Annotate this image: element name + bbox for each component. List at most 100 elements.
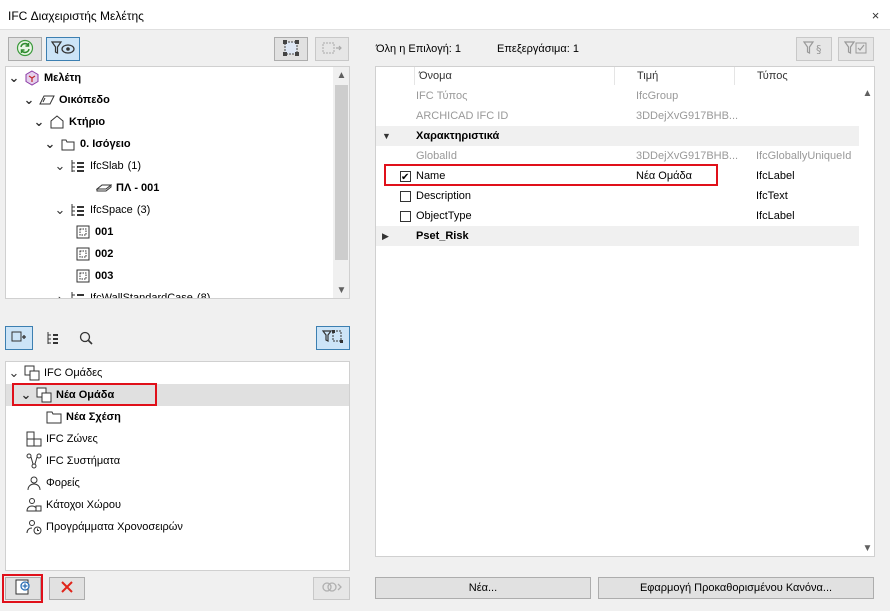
tree-item-label: Νέα Σχέση (66, 411, 121, 423)
scroll-up-icon[interactable]: ▲ (333, 67, 349, 84)
property-group-row[interactable]: ▶ Pset_Risk (376, 226, 860, 246)
system-icon (26, 453, 42, 469)
tree-row[interactable]: ⌄ IfcSpace (3) (54, 199, 151, 221)
filter-pset-icon: § (802, 40, 825, 59)
triangle-right-icon[interactable]: ▶ (382, 226, 389, 246)
property-row[interactable]: ARCHICAD IFC ID 3DDejXvG917BHB... (376, 106, 860, 126)
tree-item-label: Προγράμματα Χρονοσειρών (46, 521, 183, 533)
scroll-down-icon[interactable]: ▼ (333, 282, 349, 298)
apply-rule-button[interactable]: Εφαρμογή Προκαθορισμένου Κανόνα... (598, 577, 874, 599)
search-view-button[interactable] (78, 330, 94, 349)
property-type: IfcLabel (756, 170, 795, 182)
site-icon (39, 92, 55, 108)
delete-button[interactable] (49, 577, 85, 600)
property-value: IfcGroup (636, 90, 679, 102)
chevron-down-icon[interactable]: ⌄ (44, 136, 56, 152)
scroll-thumb[interactable] (335, 85, 348, 260)
filter-pset-button[interactable]: § (796, 37, 832, 61)
property-name: ARCHICAD IFC ID (416, 110, 509, 122)
project-tree-scrollbar[interactable]: ▲ ▼ (333, 67, 349, 298)
filter-check-button[interactable] (838, 37, 874, 61)
tree-row[interactable]: IFC Συστήματα (10, 450, 120, 472)
select-elements-button[interactable] (274, 37, 308, 61)
type-list-view-button[interactable] (45, 330, 61, 349)
filter-view-button[interactable] (46, 37, 80, 61)
chevron-down-icon[interactable]: ⌄ (23, 92, 35, 108)
tree-row[interactable]: 002 (59, 243, 113, 265)
property-row[interactable]: ObjectType IfcLabel (376, 206, 860, 226)
tree-row[interactable]: Νέα Σχέση (30, 406, 121, 428)
tree-item-label: 001 (95, 226, 114, 238)
tree-row[interactable]: › IfcWallStandardCase (8) (54, 287, 211, 299)
select-in-model-button[interactable] (315, 37, 349, 61)
chevron-down-icon[interactable]: ⌄ (8, 70, 20, 86)
filter-eye-icon (50, 40, 75, 59)
property-value: 3DDejXvG917BHB... (636, 150, 739, 162)
tree-item-count: (1) (127, 160, 142, 172)
tree-item-label: IFC Συστήματα (46, 455, 121, 467)
chevron-down-icon[interactable]: ⌄ (33, 114, 45, 130)
tree-row[interactable]: IFC Ζώνες (10, 428, 98, 450)
chevron-down-icon[interactable]: ⌄ (54, 202, 66, 218)
property-row[interactable]: GlobalId 3DDejXvG917BHB... IfcGloballyUniq… (376, 146, 860, 166)
building-icon (49, 114, 65, 130)
triangle-down-icon[interactable]: ▼ (382, 126, 391, 146)
checkbox[interactable] (400, 211, 411, 222)
tree-row[interactable]: 001 (59, 221, 113, 243)
refresh-icon (16, 39, 34, 60)
tree-item-label: IfcSlab (90, 160, 124, 172)
svg-text:§: § (816, 43, 822, 56)
tree-row[interactable]: ΠΛ - 001 (80, 177, 159, 199)
ifc-groups-view-button[interactable] (5, 326, 33, 350)
property-row[interactable]: IFC Τύπος IfcGroup (376, 86, 860, 106)
new-button[interactable]: Νέα... (375, 577, 591, 599)
scroll-up-icon[interactable]: ▲ (859, 85, 874, 102)
tree-item-label: Κάτοχοι Χώρου (46, 499, 121, 511)
column-header-type[interactable]: Τύπος (734, 67, 860, 85)
property-group-row[interactable]: ▼ Χαρακτηριστικά (376, 126, 860, 146)
highlight-name-row (384, 164, 718, 186)
select-frame-icon (281, 39, 301, 60)
tree-row[interactable]: ⌄ Οικόπεδο (23, 89, 110, 111)
title-bar: IFC Διαχειριστής Μελέτης × (0, 0, 890, 30)
tree-row[interactable]: ⌄ IfcSlab (1) (54, 155, 142, 177)
tree-row[interactable]: ⌄ 0. Ισόγειο (44, 133, 131, 155)
property-type: IfcGloballyUniqueId (756, 150, 852, 162)
filter-tree-button[interactable] (316, 326, 350, 350)
property-group-label: Χαρακτηριστικά (416, 130, 500, 142)
column-header-name[interactable]: Όνομα (414, 67, 614, 85)
chevron-down-icon[interactable]: ⌄ (8, 365, 20, 381)
properties-scrollbar[interactable]: ▲ ▼ (859, 85, 874, 556)
chevron-down-icon[interactable]: ⌄ (54, 158, 66, 174)
tree-row[interactable]: ⌄ Κτήριο (33, 111, 106, 133)
schedule-icon (26, 519, 42, 535)
scroll-down-icon[interactable]: ▼ (859, 540, 874, 556)
tree-item-count: (8) (196, 292, 211, 299)
chevron-right-icon[interactable]: › (54, 291, 66, 299)
link-elements-button[interactable] (313, 577, 350, 600)
tree-item-label: Κτήριο (69, 116, 106, 128)
occupant-icon (26, 497, 42, 513)
space-icon (75, 224, 91, 240)
refresh-button[interactable] (8, 37, 42, 61)
tree-row[interactable]: Φορείς (10, 472, 80, 494)
tree-item-label: Οικόπεδο (59, 94, 110, 106)
storey-icon (60, 136, 76, 152)
tree-row[interactable]: Προγράμματα Χρονοσειρών (10, 516, 183, 538)
property-name: Description (416, 190, 472, 202)
tree-row[interactable]: ⌄ Μελέτη (8, 67, 81, 89)
tree-item-label: Μελέτη (44, 72, 82, 84)
checkbox[interactable] (400, 191, 411, 202)
properties-panel: Όνομα Τιμή Τύπος IFC Τύπος IfcGroup ARCHIC… (375, 66, 875, 557)
column-header-value[interactable]: Τιμή (614, 67, 734, 85)
tree-item-label: IfcWallStandardCase (90, 292, 193, 299)
tree-row[interactable]: Κάτοχοι Χώρου (10, 494, 121, 516)
list-tree-icon (45, 332, 61, 349)
close-icon[interactable]: × (869, 9, 882, 22)
select-arrow-icon (321, 40, 343, 59)
tree-row[interactable]: ⌄ IFC Ομάδες (8, 362, 102, 384)
property-row[interactable]: Description IfcText (376, 186, 860, 206)
project-tree-panel: ⌄ Μελέτη ⌄ Οικόπεδο ⌄ Κτήριο ⌄ 0. Ισόγειο ⌄ IfcSl… (5, 66, 350, 299)
tree-row[interactable]: 003 (59, 265, 113, 287)
tree-item-label: IfcSpace (90, 204, 133, 216)
